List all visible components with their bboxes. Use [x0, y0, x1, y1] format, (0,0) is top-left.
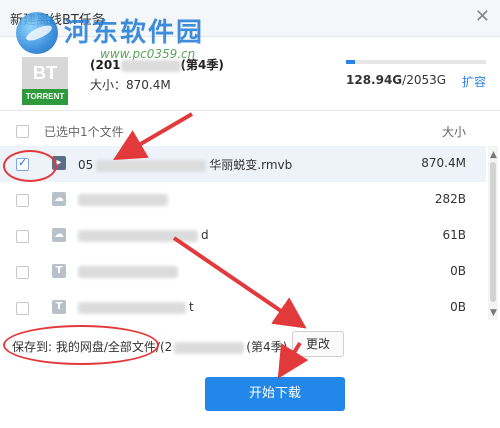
- arrow-to-start-button: [277, 341, 309, 379]
- annotation-arrows: [113, 112, 309, 379]
- arrow-to-selected-file: [113, 112, 194, 161]
- arrow-to-change-button: [172, 236, 307, 329]
